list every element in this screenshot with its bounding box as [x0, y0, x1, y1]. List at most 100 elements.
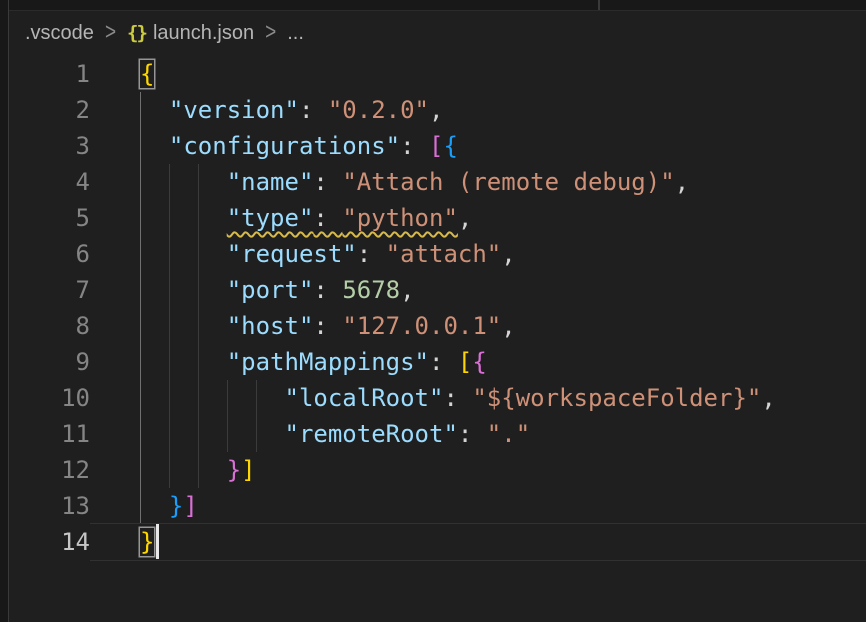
- json-file-icon: {}: [127, 22, 146, 44]
- token-str: "Attach (remote debug)": [342, 168, 674, 196]
- indent-guide: [140, 452, 141, 488]
- token-b2: }: [227, 456, 241, 484]
- code-line-content: "host": "127.0.0.1",: [90, 308, 866, 344]
- line-number[interactable]: 8: [9, 308, 90, 344]
- indent-guide: [140, 200, 141, 236]
- line-number[interactable]: 9: [9, 344, 90, 380]
- token-str: "127.0.0.1": [342, 312, 501, 340]
- token-pun: :: [313, 204, 342, 232]
- code-lines: 1{2 "version": "0.2.0",3 "configurations…: [9, 56, 866, 560]
- token-key: "host": [227, 312, 314, 340]
- code-line-content: }]: [90, 488, 866, 524]
- code-line-content: "port": 5678,: [90, 272, 866, 308]
- code-line[interactable]: 9 "pathMappings": [{: [9, 344, 866, 380]
- line-number[interactable]: 1: [9, 56, 90, 92]
- line-number[interactable]: 3: [9, 128, 90, 164]
- token-pun: :: [357, 240, 386, 268]
- token-pun: ,: [400, 276, 414, 304]
- chevron-right-icon: >: [105, 19, 116, 47]
- indent-guide: [140, 164, 141, 200]
- line-number[interactable]: 6: [9, 236, 90, 272]
- indent-guide: [169, 236, 170, 272]
- token-str: "${workspaceFolder}": [472, 384, 761, 412]
- indent-guide: [198, 164, 199, 200]
- indent-guide: [140, 92, 141, 128]
- token-key: "name": [227, 168, 314, 196]
- line-number[interactable]: 5: [9, 200, 90, 236]
- code-line-content: "type": "python",: [90, 200, 866, 236]
- breadcrumb-item-folder[interactable]: .vscode: [25, 22, 94, 45]
- code-line[interactable]: 1{: [9, 56, 866, 92]
- indent-guide: [140, 416, 141, 452]
- indent-guide: [256, 416, 257, 452]
- breadcrumb-item-file[interactable]: {} launch.json: [127, 22, 254, 45]
- token-key: "localRoot": [285, 384, 444, 412]
- indent-guide: [198, 416, 199, 452]
- code-line-content: "localRoot": "${workspaceFolder}",: [90, 380, 866, 416]
- indent-guide: [140, 236, 141, 272]
- token-str: "attach": [386, 240, 502, 268]
- breadcrumb-file-label: launch.json: [153, 22, 254, 45]
- code-editor[interactable]: 1{2 "version": "0.2.0",3 "configurations…: [9, 56, 866, 622]
- indent-guide: [169, 452, 170, 488]
- code-line[interactable]: 5 "type": "python",: [9, 200, 866, 236]
- breadcrumb-symbol-placeholder[interactable]: ...: [287, 22, 304, 45]
- code-line[interactable]: 11 "remoteRoot": ".": [9, 416, 866, 452]
- line-number[interactable]: 7: [9, 272, 90, 308]
- bracket-match: }: [140, 528, 154, 556]
- indent-guide: [140, 308, 141, 344]
- code-line[interactable]: 7 "port": 5678,: [9, 272, 866, 308]
- indent-guide: [198, 272, 199, 308]
- code-line[interactable]: 14}: [9, 524, 866, 560]
- code-line-content: "name": "Attach (remote debug)",: [90, 164, 866, 200]
- code-line-content: "request": "attach",: [90, 236, 866, 272]
- token-str: "0.2.0": [328, 96, 429, 124]
- line-number[interactable]: 12: [9, 452, 90, 488]
- token-key: "request": [227, 240, 357, 268]
- indent-guide: [198, 236, 199, 272]
- token-pun: :: [458, 420, 487, 448]
- code-line[interactable]: 10 "localRoot": "${workspaceFolder}",: [9, 380, 866, 416]
- indent-guide: [169, 200, 170, 236]
- bracket-match: {: [140, 60, 154, 88]
- indent-guide: [169, 272, 170, 308]
- token-pun: :: [299, 96, 328, 124]
- indent-guide: [227, 380, 228, 416]
- line-number[interactable]: 10: [9, 380, 90, 416]
- token-key: "port": [227, 276, 314, 304]
- code-line[interactable]: 6 "request": "attach",: [9, 236, 866, 272]
- code-line[interactable]: 3 "configurations": [{: [9, 128, 866, 164]
- token-pun: ,: [761, 384, 775, 412]
- code-line-content: "configurations": [{: [90, 128, 866, 164]
- token-key: "type": [227, 204, 314, 232]
- indent-guide: [169, 380, 170, 416]
- token-str: "python": [342, 204, 458, 232]
- code-line[interactable]: 8 "host": "127.0.0.1",: [9, 308, 866, 344]
- token-pun: :: [313, 276, 342, 304]
- token-b1: [: [458, 348, 472, 376]
- code-line[interactable]: 12 }]: [9, 452, 866, 488]
- indent-guide: [256, 380, 257, 416]
- code-line[interactable]: 2 "version": "0.2.0",: [9, 92, 866, 128]
- line-number[interactable]: 4: [9, 164, 90, 200]
- token-str: ".": [487, 420, 530, 448]
- token-pun: ,: [458, 204, 472, 232]
- line-number[interactable]: 14: [9, 524, 90, 560]
- indent-guide: [140, 272, 141, 308]
- indent-guide: [169, 344, 170, 380]
- indent-guide: [140, 344, 141, 380]
- indent-guide: [169, 308, 170, 344]
- token-pun: :: [313, 312, 342, 340]
- warning-squiggle: "type": "python": [227, 204, 458, 232]
- text-cursor: [156, 524, 159, 559]
- token-pun: ,: [501, 240, 515, 268]
- indent-guide: [198, 200, 199, 236]
- code-line[interactable]: 13 }]: [9, 488, 866, 524]
- code-line-content: "remoteRoot": ".": [90, 416, 866, 452]
- line-number[interactable]: 13: [9, 488, 90, 524]
- line-number[interactable]: 11: [9, 416, 90, 452]
- line-number[interactable]: 2: [9, 92, 90, 128]
- token-pun: :: [313, 168, 342, 196]
- chevron-right-icon: >: [265, 19, 276, 47]
- code-line[interactable]: 4 "name": "Attach (remote debug)",: [9, 164, 866, 200]
